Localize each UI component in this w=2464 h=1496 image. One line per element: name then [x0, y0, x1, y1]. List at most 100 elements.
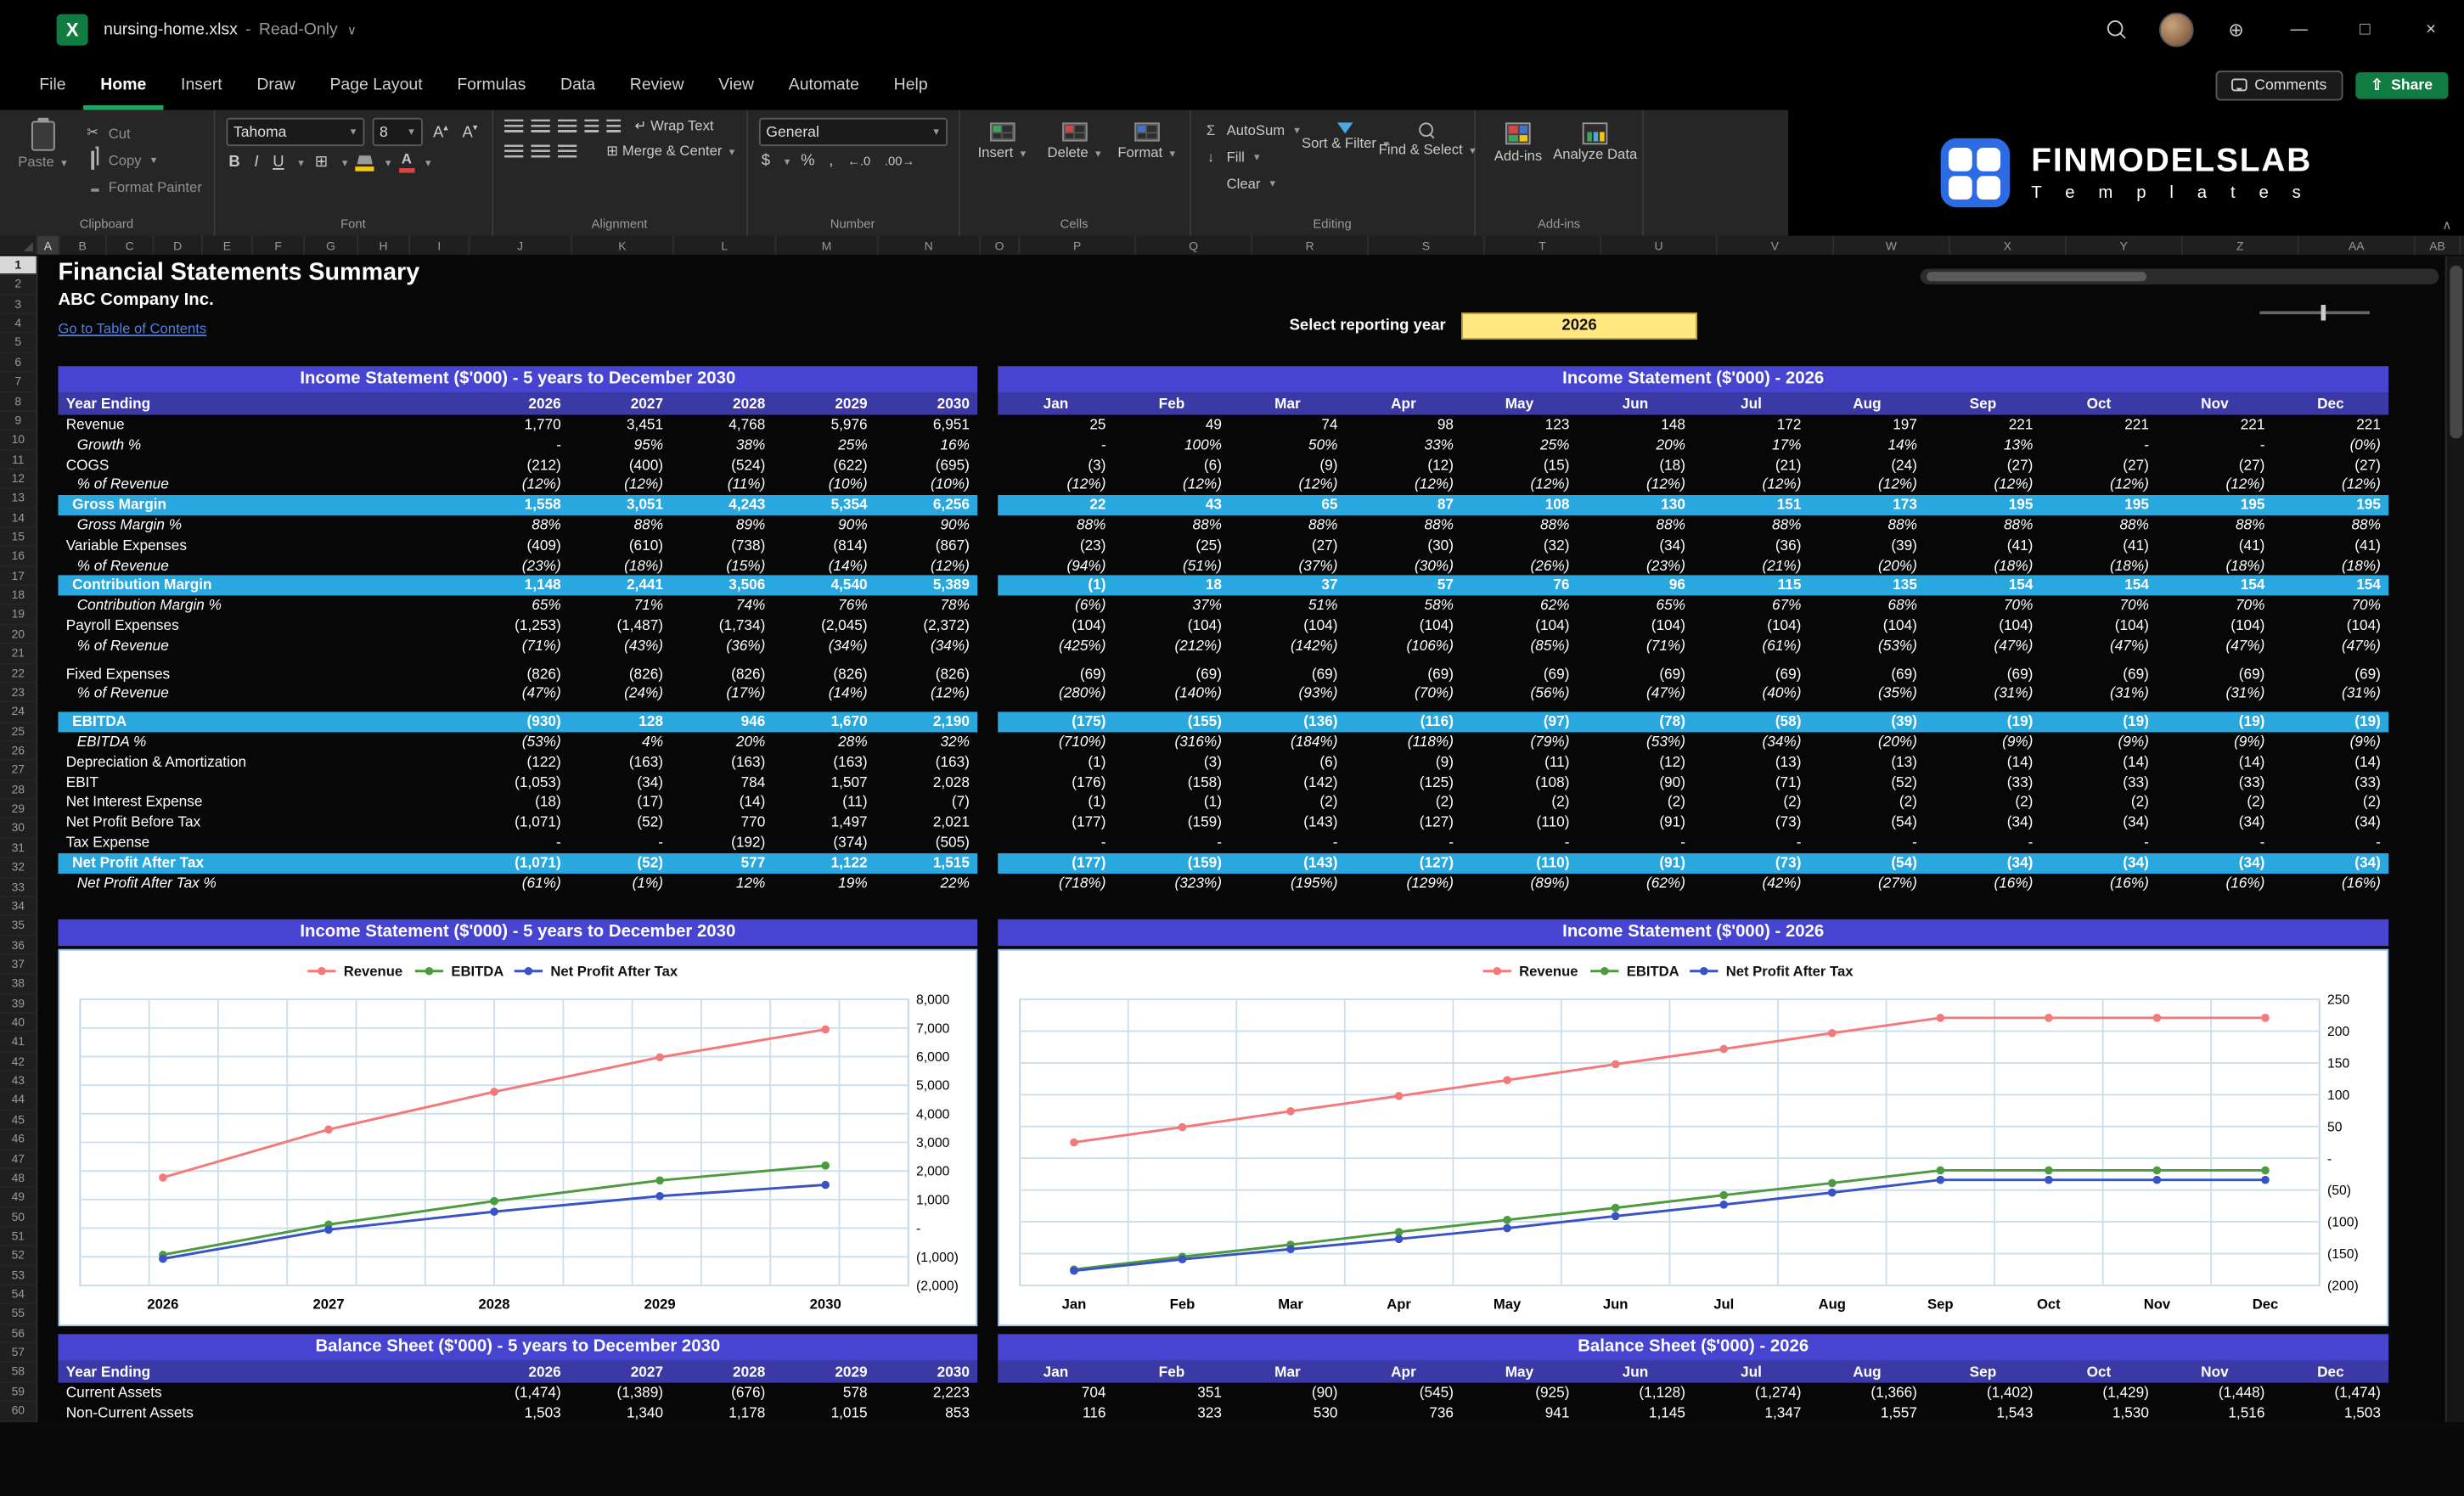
column-header-AB[interactable]: AB	[2416, 235, 2461, 255]
cell[interactable]: (27)	[2157, 455, 2272, 475]
cell[interactable]: (0%)	[2273, 435, 2388, 455]
cell[interactable]: (32)	[1461, 536, 1577, 556]
cell[interactable]: (2,045)	[774, 616, 875, 636]
row-number-51[interactable]: 51	[0, 1227, 37, 1247]
cell[interactable]: (1,053)	[467, 773, 569, 793]
cell[interactable]: (34)	[569, 773, 671, 793]
column-header-cell[interactable]: 2030	[875, 393, 977, 415]
cell[interactable]: (104)	[2157, 616, 2272, 636]
cell[interactable]: (56%)	[1461, 684, 1577, 705]
cell[interactable]: 100%	[1114, 435, 1229, 455]
cell[interactable]: (400)	[569, 455, 671, 475]
cell[interactable]: 2,028	[875, 773, 977, 793]
cell[interactable]: (142)	[1229, 773, 1345, 793]
row-number-1[interactable]: 1	[0, 256, 37, 276]
cell[interactable]: 96	[1578, 576, 1693, 596]
cell[interactable]: (34%)	[1693, 732, 1809, 752]
row-number-20[interactable]: 20	[0, 625, 37, 645]
cell[interactable]: (1,253)	[467, 616, 569, 636]
menu-tab-view[interactable]: View	[701, 59, 772, 110]
cell[interactable]: 1,557	[1809, 1403, 1925, 1422]
decrease-indent-icon[interactable]	[584, 119, 599, 134]
row-number-56[interactable]: 56	[0, 1324, 37, 1344]
cell[interactable]: (37%)	[1229, 555, 1345, 576]
cell[interactable]: (425%)	[998, 636, 1113, 656]
cell[interactable]: 90%	[875, 515, 977, 536]
align-left-icon[interactable]	[503, 144, 524, 159]
cell[interactable]: (69)	[2041, 664, 2157, 684]
cell[interactable]: (2)	[1693, 792, 1809, 813]
cell[interactable]: (31%)	[2273, 684, 2388, 705]
column-header-G[interactable]: G	[305, 235, 358, 255]
cell[interactable]: (23%)	[1578, 555, 1693, 576]
row-number-24[interactable]: 24	[0, 703, 37, 723]
grid-content[interactable]: Financial Statements Summary ABC Company…	[37, 256, 2464, 1422]
cell[interactable]: (718%)	[998, 873, 1113, 893]
cell[interactable]: (106%)	[1346, 636, 1461, 656]
cell[interactable]: 154	[2157, 576, 2272, 596]
cell[interactable]: (6%)	[998, 596, 1113, 616]
font-color-button[interactable]: A	[398, 152, 415, 173]
cell[interactable]: (30%)	[1346, 555, 1461, 576]
cell[interactable]: (163)	[569, 752, 671, 773]
cell[interactable]: (69)	[1693, 664, 1809, 684]
column-header-cell[interactable]: Dec	[2273, 393, 2388, 415]
cell[interactable]: (110)	[1461, 852, 1577, 873]
row-number-43[interactable]: 43	[0, 1071, 37, 1092]
cell[interactable]: (13)	[1693, 752, 1809, 773]
cell[interactable]: 28%	[774, 732, 875, 752]
cell[interactable]: (21%)	[1693, 555, 1809, 576]
cell[interactable]: 88%	[569, 515, 671, 536]
cell[interactable]: (18%)	[2041, 555, 2157, 576]
cell[interactable]: (97)	[1461, 712, 1577, 733]
cell[interactable]: (27)	[1229, 536, 1345, 556]
cell[interactable]: (34)	[2041, 852, 2157, 873]
menu-tab-draw[interactable]: Draw	[239, 59, 312, 110]
column-header-cell[interactable]: 2030	[875, 1361, 977, 1383]
cell[interactable]: (39)	[1809, 536, 1925, 556]
column-header-T[interactable]: T	[1485, 235, 1601, 255]
row-number-50[interactable]: 50	[0, 1208, 37, 1228]
cell[interactable]: (163)	[875, 752, 977, 773]
cell[interactable]: 197	[1809, 415, 1925, 436]
account-avatar[interactable]	[2146, 0, 2206, 59]
cell[interactable]: (12%)	[1925, 475, 2040, 496]
cell[interactable]: (79%)	[1461, 732, 1577, 752]
column-header-K[interactable]: K	[572, 235, 674, 255]
column-header-cell[interactable]: 2029	[774, 393, 875, 415]
cell[interactable]: (16%)	[2041, 873, 2157, 893]
cell[interactable]: 1,543	[1925, 1403, 2040, 1422]
cell[interactable]: (11%)	[671, 475, 773, 496]
cell[interactable]: (47%)	[2157, 636, 2272, 656]
cell[interactable]: 2,223	[875, 1383, 977, 1403]
cell[interactable]: (53%)	[1809, 636, 1925, 656]
insert-cells-button[interactable]: Insert ▾	[970, 118, 1033, 160]
cell[interactable]: (9)	[1346, 752, 1461, 773]
column-header-cell[interactable]: May	[1461, 393, 1577, 415]
cell[interactable]: (35%)	[1809, 684, 1925, 705]
align-bottom-icon[interactable]	[557, 119, 577, 134]
cell[interactable]: 25	[998, 415, 1113, 436]
cell[interactable]: (34)	[2273, 852, 2388, 873]
column-header-cell[interactable]: Jan	[998, 1361, 1113, 1383]
cell[interactable]: (94%)	[998, 555, 1113, 576]
font-name-select[interactable]: Tahoma ▾	[225, 117, 364, 147]
cell[interactable]: (12%)	[467, 475, 569, 496]
cell[interactable]: (143)	[1229, 852, 1345, 873]
column-header-cell[interactable]: Feb	[1114, 1361, 1229, 1383]
cell[interactable]: 17%	[1693, 435, 1809, 455]
number-format-select[interactable]: General ▾	[758, 117, 948, 147]
cell[interactable]: (34%)	[774, 636, 875, 656]
cell[interactable]: (27)	[2273, 455, 2388, 475]
cell[interactable]: (192)	[671, 833, 773, 853]
cell[interactable]: (11)	[1461, 752, 1577, 773]
cell[interactable]: (184%)	[1229, 732, 1345, 752]
cell[interactable]: (1,389)	[569, 1383, 671, 1403]
cell[interactable]: 88%	[2041, 515, 2157, 536]
find-select-button[interactable]: Find & Select ▾	[1379, 118, 1476, 195]
menu-tab-data[interactable]: Data	[543, 59, 613, 110]
cell[interactable]: -	[1114, 833, 1229, 853]
cell[interactable]: (1)	[998, 752, 1113, 773]
row-number-28[interactable]: 28	[0, 780, 37, 801]
column-header-cell[interactable]: Jul	[1693, 393, 1809, 415]
